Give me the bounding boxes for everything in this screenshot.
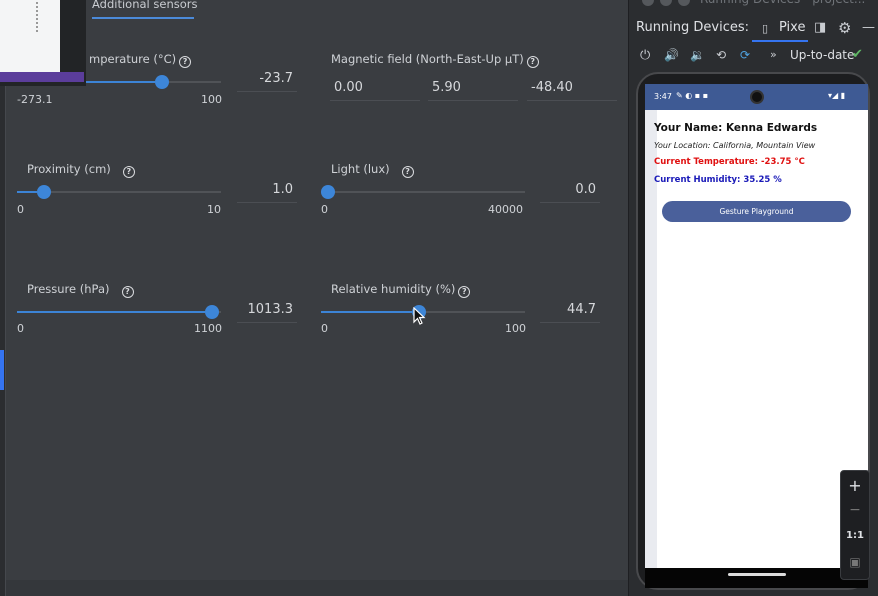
status-time: 3:47: [654, 92, 672, 101]
pressure-value-field[interactable]: 1013.3: [237, 299, 297, 323]
pressure-min: 0: [17, 322, 24, 335]
status-up-to-date: Up-to-date: [790, 48, 855, 62]
light-label-text: Light (lux): [331, 162, 390, 176]
current-humidity: Current Humidity: 35.25 %: [654, 175, 782, 185]
help-icon[interactable]: ?: [122, 166, 135, 178]
panel-bottom-edge: [6, 580, 628, 596]
fit-screen-icon[interactable]: ▣: [840, 555, 870, 569]
more-icon[interactable]: »: [770, 48, 777, 61]
tab-underline: [92, 17, 194, 19]
thumbnail-taskbar: [0, 72, 84, 82]
temperature-min: -273.1: [17, 93, 53, 106]
running-devices-header: Running Devices:: [636, 20, 750, 35]
proximity-value-field[interactable]: 1.0: [237, 179, 297, 203]
light-slider[interactable]: [321, 185, 525, 199]
pressure-label-text: Pressure (hPa): [27, 282, 110, 296]
magnetic-z-field[interactable]: -48.40: [527, 77, 617, 101]
help-icon[interactable]: ?: [401, 166, 414, 178]
phone-nav-bar: [645, 568, 868, 588]
pressure-label: Pressure (hPa)?: [27, 282, 134, 298]
slider-thumb[interactable]: [204, 305, 219, 319]
temperature-value-field[interactable]: -23.7: [237, 68, 297, 92]
temperature-value: -23.7: [259, 71, 293, 86]
magnetic-y: 5.90: [432, 80, 461, 95]
user-location: Your Location: California, Mountain View: [654, 141, 816, 150]
overlapping-window-thumbnail[interactable]: [0, 0, 86, 86]
light-max: 40000: [488, 203, 523, 216]
slider-fill: [17, 311, 205, 313]
zoom-out-button[interactable]: −: [840, 502, 870, 518]
help-icon[interactable]: ?: [458, 286, 471, 298]
device-tab-underline: [752, 40, 808, 42]
help-icon[interactable]: ?: [179, 56, 192, 68]
home-gesture-pill[interactable]: [728, 573, 786, 576]
magnetic-y-field[interactable]: 5.90: [428, 77, 518, 101]
proximity-slider[interactable]: [17, 185, 221, 199]
help-icon[interactable]: ?: [121, 286, 134, 298]
layout-icon[interactable]: ◨: [814, 20, 826, 35]
slider-fill: [321, 311, 413, 313]
volume-down-icon[interactable]: 🔉: [690, 48, 705, 62]
window-thumbnail-content: [0, 0, 60, 76]
magnetic-label-text: Magnetic field (North-East-Up µT): [331, 52, 524, 66]
tab-additional-sensors[interactable]: Additional sensors: [92, 0, 198, 11]
power-icon[interactable]: ⏻: [640, 48, 650, 63]
slider-thumb[interactable]: [37, 185, 52, 199]
check-icon: ✔: [852, 47, 863, 62]
light-value-field[interactable]: 0.0: [540, 179, 600, 203]
magnetic-x: 0.00: [334, 80, 363, 95]
gesture-playground-button[interactable]: Gesture Playground: [662, 201, 851, 222]
mouse-cursor-icon: [413, 307, 426, 325]
magnetic-label: Magnetic field (North-East-Up µT)?: [331, 52, 539, 68]
volume-up-icon[interactable]: 🔊: [664, 48, 679, 62]
zoom-in-button[interactable]: +: [840, 476, 870, 495]
proximity-label: Proximity (cm)?: [27, 162, 135, 178]
notification-icons: ✎ ◐ ▪ ▪: [676, 91, 709, 100]
proximity-max: 10: [207, 203, 221, 216]
humidity-label-text: Relative humidity (%): [331, 282, 456, 296]
magnetic-x-field[interactable]: 0.00: [330, 77, 420, 101]
gear-icon[interactable]: ⚙: [838, 19, 851, 37]
pressure-max: 1100: [194, 322, 222, 335]
window-title: Running Devices - project...: [700, 0, 865, 8]
current-temperature: Current Temperature: -23.75 °C: [654, 157, 805, 167]
rail-selection-marker: [0, 350, 4, 390]
light-value: 0.0: [575, 182, 596, 197]
rotate-right-icon[interactable]: ⟳: [740, 48, 750, 62]
user-name: Your Name: Kenna Edwards: [654, 122, 818, 134]
proximity-label-text: Proximity (cm): [27, 162, 111, 176]
light-min: 0: [321, 203, 328, 216]
thumbnail-dots: [36, 2, 39, 32]
rotate-left-icon[interactable]: ⟲: [716, 48, 726, 62]
slider-thumb[interactable]: [321, 185, 335, 199]
slider-thumb[interactable]: [154, 75, 169, 89]
humidity-value-field[interactable]: 44.7: [540, 299, 600, 323]
phone-icon: ▯: [762, 22, 769, 35]
zoom-actual-size-button[interactable]: 1:1: [840, 530, 870, 541]
temperature-max: 100: [201, 93, 222, 106]
slider-fill: [17, 191, 38, 193]
help-icon[interactable]: ?: [526, 56, 539, 68]
humidity-value: 44.7: [567, 302, 596, 317]
light-label: Light (lux)?: [331, 162, 414, 178]
tab-pixel-device[interactable]: Pixe: [779, 20, 805, 35]
temperature-label: mperature (°C)?: [89, 52, 192, 68]
humidity-label: Relative humidity (%)?: [331, 282, 471, 298]
humidity-min: 0: [321, 322, 328, 335]
magnetic-z: -48.40: [531, 80, 573, 95]
pressure-value: 1013.3: [247, 302, 294, 317]
pressure-slider[interactable]: [17, 305, 221, 319]
minimize-panel-icon[interactable]: —: [862, 20, 875, 35]
sensor-panel: Additional sensors mperature (°C)? -273.…: [0, 0, 628, 596]
temperature-label-text: mperature (°C): [89, 52, 177, 66]
humidity-max: 100: [505, 322, 526, 335]
proximity-min: 0: [17, 203, 24, 216]
left-tool-rail: [0, 0, 6, 596]
proximity-value: 1.0: [272, 182, 293, 197]
signal-battery-icons: ▾◢ ▮: [828, 91, 846, 100]
camera-cutout-icon: [750, 90, 764, 104]
